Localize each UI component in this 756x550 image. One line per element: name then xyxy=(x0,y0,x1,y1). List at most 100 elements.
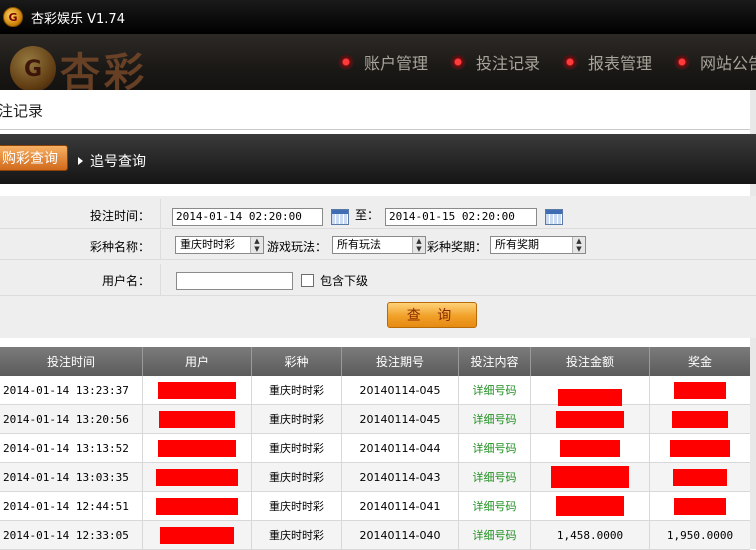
nav-label: 账户管理 xyxy=(364,54,429,73)
tab-purchase-query[interactable]: 购彩查询 xyxy=(0,145,68,171)
divider xyxy=(160,264,161,295)
redaction-block xyxy=(159,410,235,428)
updown-arrow-icon: ▲ ▼ xyxy=(250,237,263,253)
bet-time-cell: 2014-01-14 13:03:35 xyxy=(0,463,143,491)
search-form: 投注时间： 2014-01-14 02:20:00 至： 2014-01-15 … xyxy=(0,196,756,338)
amount-cell xyxy=(531,492,650,520)
table-row: 2014-01-14 13:20:56 重庆时时彩 20140114-045 详… xyxy=(0,405,750,434)
updown-arrow-icon: ▲ ▼ xyxy=(572,237,585,253)
include-subordinates-checkbox[interactable] xyxy=(301,274,314,287)
issue-cell: 20140114-043 xyxy=(342,463,459,491)
nav-site-announcements[interactable]: 网站公告 xyxy=(674,50,756,74)
calendar-icon[interactable] xyxy=(331,209,349,225)
amount-cell xyxy=(531,434,650,462)
issue-cell: 20140114-044 xyxy=(342,434,459,462)
redaction-block xyxy=(156,497,238,515)
table-body: 2014-01-14 13:23:37 重庆时时彩 20140114-045 详… xyxy=(0,376,750,550)
detail-numbers-link[interactable]: 详细号码 xyxy=(459,492,531,520)
nav-bullet-icon xyxy=(338,54,354,70)
divider xyxy=(160,199,161,228)
divider xyxy=(160,230,161,259)
nav-bullet-icon xyxy=(450,54,467,70)
nav-bullet-icon xyxy=(562,54,579,70)
issue-cell: 20140114-041 xyxy=(342,492,459,520)
redaction-block xyxy=(156,468,238,486)
lottery-cell: 重庆时时彩 xyxy=(252,434,342,462)
redaction-block xyxy=(558,388,622,406)
redaction-block xyxy=(670,439,730,457)
query-button[interactable]: 查 询 xyxy=(387,302,477,328)
nav-report-management[interactable]: 报表管理 xyxy=(562,50,652,74)
user-cell xyxy=(143,434,252,462)
tab-chase-query[interactable]: 追号查询 xyxy=(78,151,146,171)
user-cell xyxy=(143,521,252,549)
bet-time-cell: 2014-01-14 13:20:56 xyxy=(0,405,143,433)
period-select-value: 所有奖期 xyxy=(495,238,539,251)
bonus-cell xyxy=(650,405,750,433)
issue-cell: 20140114-045 xyxy=(342,405,459,433)
nav-account-management[interactable]: 账户管理 xyxy=(338,50,428,74)
calendar-icon[interactable] xyxy=(545,209,563,225)
lottery-select[interactable]: 重庆时时彩 ▲ ▼ xyxy=(175,236,264,254)
period-label: 彩种奖期： xyxy=(427,240,488,254)
bet-time-cell: 2014-01-14 12:44:51 xyxy=(0,492,143,520)
user-cell xyxy=(143,463,252,491)
lottery-cell: 重庆时时彩 xyxy=(252,463,342,491)
table-row: 2014-01-14 12:33:05 重庆时时彩 20140114-040 详… xyxy=(0,521,750,550)
redaction-block xyxy=(674,497,726,515)
lottery-cell: 重庆时时彩 xyxy=(252,405,342,433)
username-input[interactable] xyxy=(176,272,293,290)
lottery-cell: 重庆时时彩 xyxy=(252,492,342,520)
nav-label: 投注记录 xyxy=(476,54,541,73)
table-row: 2014-01-14 12:44:51 重庆时时彩 20140114-041 详… xyxy=(0,492,750,521)
redaction-block xyxy=(551,466,629,488)
issue-cell: 20140114-040 xyxy=(342,521,459,549)
form-row-time: 投注时间： 2014-01-14 02:20:00 至： 2014-01-15 … xyxy=(0,199,756,229)
detail-numbers-link[interactable]: 详细号码 xyxy=(459,521,531,549)
time-label: 投注时间： xyxy=(89,209,150,223)
redaction-block xyxy=(673,468,727,486)
column-header: 彩种 xyxy=(252,347,342,376)
updown-arrow-icon: ▲ ▼ xyxy=(412,237,425,253)
username-label: 用户名： xyxy=(101,274,150,288)
nav-bullet-icon xyxy=(674,54,691,70)
time-from-input[interactable]: 2014-01-14 02:20:00 xyxy=(172,208,323,226)
redaction-block xyxy=(556,496,624,516)
to-label: 至： xyxy=(355,208,380,222)
table-header: 投注时间 用户 彩种 投注期号 投注内容 投注金额 奖金 xyxy=(0,347,750,376)
play-label: 游戏玩法： xyxy=(267,240,328,254)
nav-label: 网站公告 xyxy=(700,54,756,73)
table-row: 2014-01-14 13:03:35 重庆时时彩 20140114-043 详… xyxy=(0,463,750,492)
nav-bet-records[interactable]: 投注记录 xyxy=(450,50,540,74)
bonus-cell xyxy=(650,492,750,520)
detail-numbers-link[interactable]: 详细号码 xyxy=(459,376,531,404)
bonus-cell xyxy=(650,376,750,404)
bonus-cell: 1,950.0000 xyxy=(666,528,734,542)
user-cell xyxy=(143,376,252,404)
column-header: 投注内容 xyxy=(459,347,531,376)
page-title: 注记录 xyxy=(0,102,44,120)
amount-cell xyxy=(531,405,650,433)
redaction-block xyxy=(674,381,726,399)
brand-coin-icon: G xyxy=(10,46,56,92)
bonus-cell xyxy=(650,463,750,491)
redaction-block xyxy=(556,410,624,428)
top-navigation: 账户管理 投注记录 报表管理 网站公告 xyxy=(338,50,756,74)
play-select-value: 所有玩法 xyxy=(337,238,381,251)
form-row-user: 用户名： 包含下级 xyxy=(0,264,756,296)
detail-numbers-link[interactable]: 详细号码 xyxy=(459,405,531,433)
table-row: 2014-01-14 13:23:37 重庆时时彩 20140114-045 详… xyxy=(0,376,750,406)
detail-numbers-link[interactable]: 详细号码 xyxy=(459,463,531,491)
include-subordinates-label: 包含下级 xyxy=(320,274,369,288)
play-select[interactable]: 所有玩法 ▲ ▼ xyxy=(332,236,426,254)
column-header: 奖金 xyxy=(687,355,712,369)
amount-cell xyxy=(531,463,650,491)
amount-cell xyxy=(531,376,650,406)
redaction-block xyxy=(158,381,236,399)
period-select[interactable]: 所有奖期 ▲ ▼ xyxy=(490,236,586,254)
redaction-block xyxy=(158,439,236,457)
lottery-label: 彩种名称： xyxy=(89,240,150,254)
column-header: 投注金额 xyxy=(531,347,650,376)
time-to-input[interactable]: 2014-01-15 02:20:00 xyxy=(385,208,537,226)
detail-numbers-link[interactable]: 详细号码 xyxy=(459,434,531,462)
